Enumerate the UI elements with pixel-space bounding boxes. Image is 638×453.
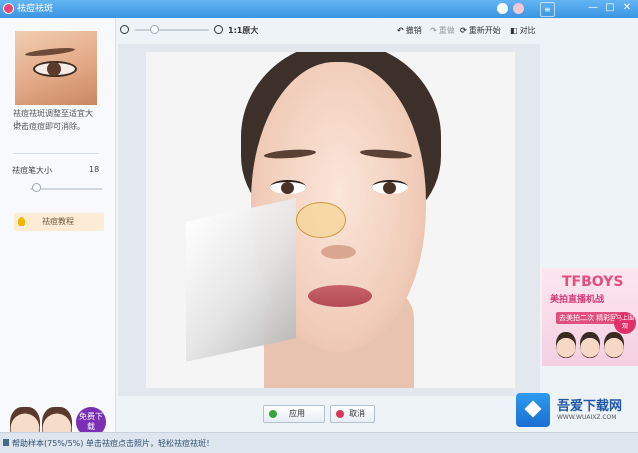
status-text: 帮助样本(75%/5%) 单击祛痘点击照片，轻松祛痘祛斑！ [12, 439, 214, 448]
refresh-icon: ⟳ [460, 26, 467, 35]
title-bar: 祛痘祛斑 ≡ — □ ✕ [0, 0, 638, 18]
site-watermark: 吾爱下载网 WWW.WUAIXZ.COM [513, 392, 637, 430]
cancel-button[interactable]: 取消 [330, 405, 375, 423]
reset-button[interactable]: ⟳ 重新开始 [460, 25, 501, 36]
watermark-name: 吾爱下载网 [557, 399, 623, 414]
example-thumbnail [15, 31, 97, 105]
ad-title: TFBOYS [562, 274, 624, 290]
original-size-button[interactable]: 1:1原大 [228, 25, 258, 36]
compare-icon: ◧ [510, 26, 518, 35]
undo-icon: ↶ [397, 26, 404, 35]
undo-button[interactable]: ↶ 撤销 [397, 25, 422, 36]
check-icon [269, 410, 277, 418]
cancel-icon [336, 410, 344, 418]
zoom-slider[interactable] [135, 29, 209, 31]
ad-face-image [604, 332, 624, 358]
maximize-button[interactable]: □ [603, 1, 617, 15]
brush-size-slider-handle[interactable] [31, 183, 41, 192]
user-avatar-icon[interactable] [497, 3, 508, 14]
brush-size-slider[interactable] [30, 188, 102, 190]
ad-face-image [580, 332, 600, 358]
menu-button[interactable]: ≡ [540, 2, 555, 17]
apply-button[interactable]: 应用 [263, 405, 325, 423]
watermark-logo [516, 393, 550, 427]
brush-cursor [296, 202, 346, 238]
zoom-slider-handle[interactable] [149, 25, 159, 34]
close-button[interactable]: ✕ [620, 1, 634, 15]
settings-icon[interactable] [513, 3, 524, 14]
help-tutorial-label: 祛痘教程 [42, 217, 74, 226]
window-title: 祛痘祛斑 [17, 4, 54, 14]
left-panel: 祛痘祛斑调整至适宜大小， 点击痘痘即可消除。 祛痘笔大小 18 祛痘教程 免费下… [0, 18, 116, 445]
status-bar: 帮助样本(75%/5%) 单击祛痘点击照片，轻松祛痘祛斑！ [0, 432, 638, 453]
minimize-button[interactable]: — [586, 1, 600, 15]
zoom-in-icon[interactable] [214, 25, 223, 34]
speaker-icon [3, 439, 9, 446]
redo-button[interactable]: ↷ 重做 [430, 25, 455, 36]
ad-face-image [556, 332, 576, 358]
divider [13, 153, 99, 154]
brush-size-value: 18 [89, 165, 100, 174]
toolbar: 1:1原大 ↶ 撤销 ↷ 重做 ⟳ 重新开始 ◧ 对比 [115, 18, 638, 44]
zoom-out-icon[interactable] [120, 25, 129, 34]
compare-button[interactable]: ◧ 对比 [510, 25, 536, 36]
ad-banner[interactable]: TFBOYS 美拍直播机战 去美拍二次 精彩回放 马上围观 [542, 268, 638, 366]
watermark-url: WWW.WUAIXZ.COM [557, 414, 617, 421]
ad-badge: 马上围观 [614, 312, 636, 334]
tip-line-2: 点击痘痘即可消除。 [13, 122, 85, 131]
photo-canvas[interactable] [146, 52, 515, 388]
help-tutorial-link[interactable]: 祛痘教程 [14, 213, 104, 231]
ad-subtitle: 美拍直播机战 [550, 295, 605, 305]
redo-icon: ↷ [430, 26, 437, 35]
brush-size-label: 祛痘笔大小 [12, 166, 52, 175]
app-icon [3, 3, 14, 14]
lightbulb-icon [18, 217, 25, 226]
